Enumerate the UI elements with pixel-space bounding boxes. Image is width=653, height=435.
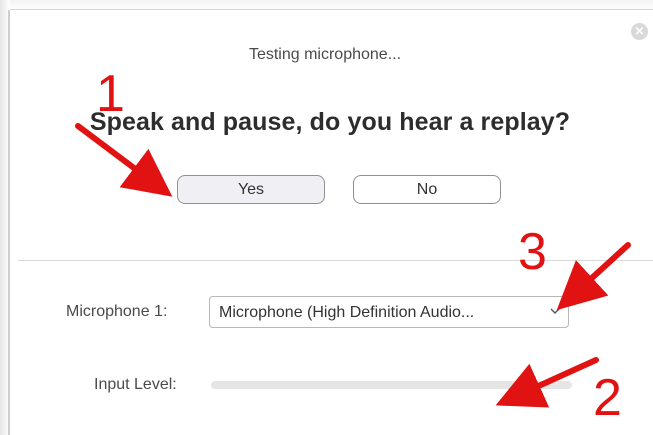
microphone-label: Microphone 1:: [66, 303, 168, 320]
yes-button[interactable]: Yes: [177, 175, 325, 204]
microphone-select[interactable]: Microphone (High Definition Audio...: [209, 296, 569, 328]
status-text: Testing microphone...: [248, 46, 402, 63]
close-button[interactable]: ×: [631, 23, 648, 40]
input-level-label: Input Level:: [94, 376, 177, 393]
no-button[interactable]: No: [353, 175, 501, 204]
section-divider: [18, 260, 653, 261]
replay-question: Speak and pause, do you hear a replay?: [89, 108, 571, 136]
chevron-down-icon: [550, 308, 560, 314]
screenshot-stage: × Testing microphone... Speak and pause,…: [0, 0, 653, 435]
background-window-edge: [0, 0, 10, 435]
microphone-select-value: Microphone (High Definition Audio...: [219, 304, 475, 321]
input-level-meter: [211, 381, 572, 389]
background-window-top-edge: [10, 0, 653, 10]
annotation-number-2: 2: [593, 369, 622, 427]
annotation-number-1: 1: [96, 65, 125, 123]
close-icon: ×: [634, 24, 645, 39]
annotation-number-3: 3: [518, 223, 547, 281]
